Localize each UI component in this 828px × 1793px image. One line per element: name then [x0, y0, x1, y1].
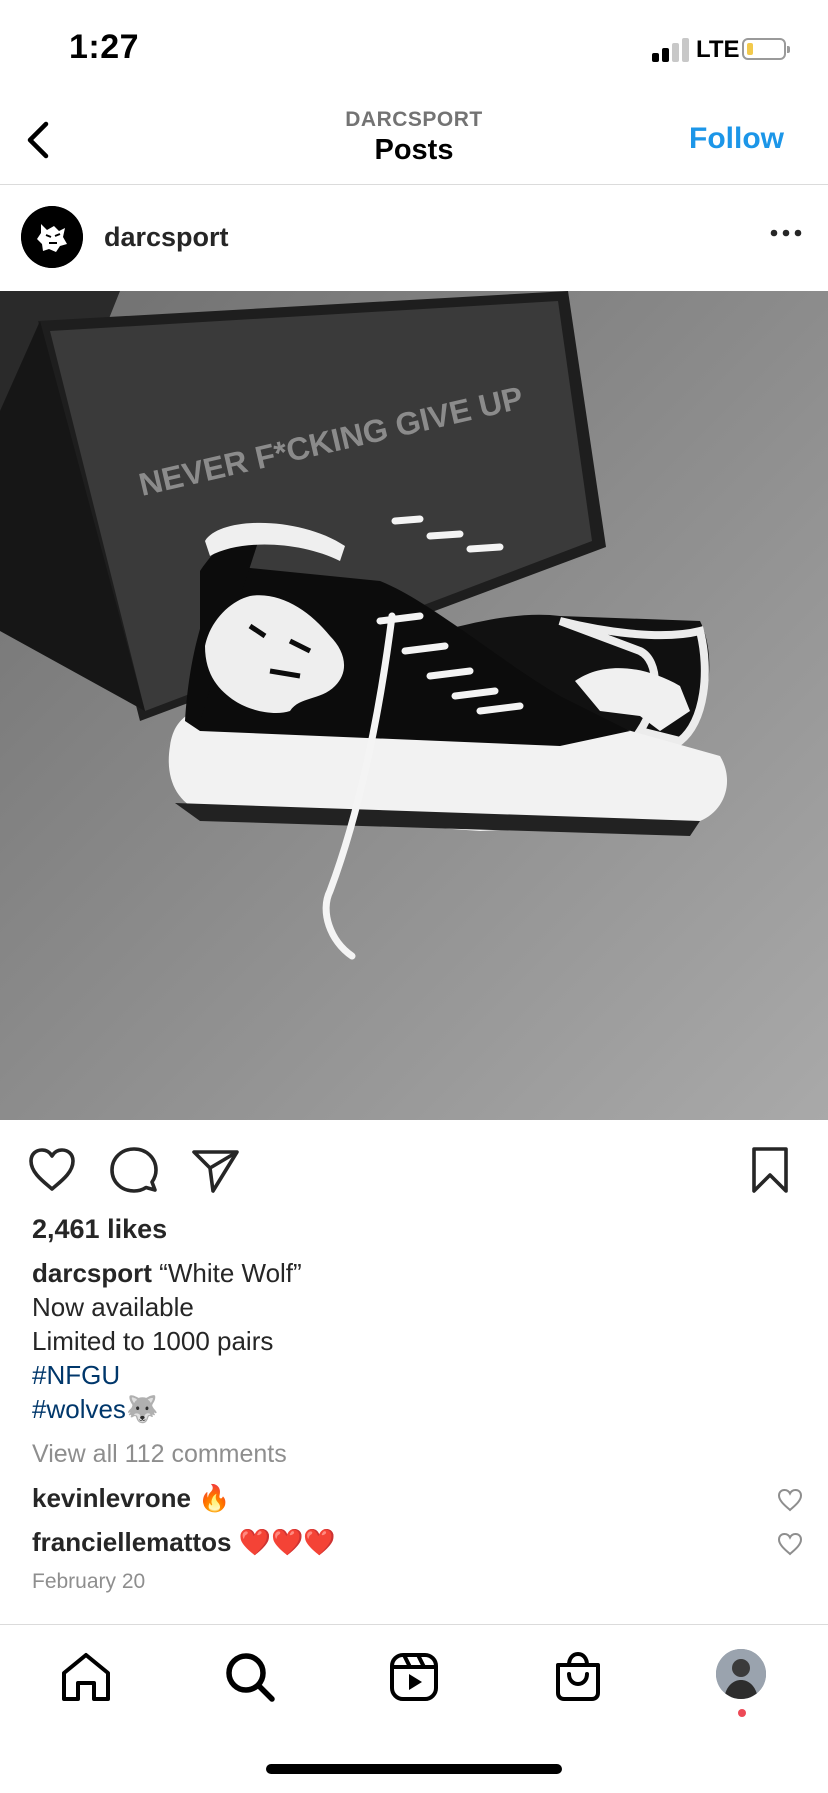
tab-profile[interactable]	[716, 1649, 766, 1699]
profile-avatar	[716, 1649, 766, 1699]
more-dots-icon	[770, 229, 802, 237]
network-label: LTE	[696, 36, 740, 63]
paper-plane-icon	[192, 1150, 239, 1193]
comment-username[interactable]: franciellemattos	[32, 1527, 231, 1557]
share-button[interactable]	[190, 1144, 242, 1196]
nav-header: DARCSPORT Posts Follow	[0, 100, 828, 185]
tab-shop[interactable]	[550, 1649, 606, 1705]
search-icon	[226, 1653, 275, 1702]
tab-home[interactable]	[58, 1649, 114, 1705]
wolf-emoji: 🐺	[125, 1394, 159, 1424]
post-header: darcsport	[0, 185, 828, 291]
reels-icon	[390, 1653, 438, 1701]
heart-icon	[777, 1532, 803, 1556]
caption-line: Limited to 1000 pairs	[32, 1326, 274, 1356]
like-button[interactable]	[26, 1144, 78, 1196]
comment-row: kevinlevrone 🔥	[32, 1483, 792, 1514]
like-count[interactable]: 2,461 likes	[32, 1214, 167, 1245]
caption-username[interactable]: darcsport	[32, 1258, 152, 1288]
status-time: 1:27	[69, 28, 140, 66]
tab-search[interactable]	[222, 1649, 278, 1705]
hashtag-link[interactable]: #wolves	[32, 1392, 126, 1426]
post-username[interactable]: darcsport	[104, 222, 229, 253]
view-all-comments-link[interactable]: View all 112 comments	[32, 1440, 287, 1469]
post-date: February 20	[32, 1570, 146, 1593]
comment-username[interactable]: kevinlevrone	[32, 1483, 191, 1513]
bookmark-icon	[752, 1147, 788, 1193]
action-bar	[0, 1120, 828, 1220]
battery-icon	[742, 38, 790, 60]
post-image[interactable]: NEVER F*CKING GIVE UP	[0, 291, 828, 1120]
caption-line: “White Wolf”	[159, 1258, 302, 1288]
comment-like-button[interactable]	[776, 1530, 804, 1558]
more-options-button[interactable]	[768, 223, 804, 243]
comment-button[interactable]	[108, 1144, 160, 1196]
comment-bubble-icon	[110, 1147, 158, 1193]
comment-row: franciellemattos ❤️❤️❤️	[32, 1527, 792, 1558]
heart-icon	[29, 1148, 75, 1191]
sneaker-photo: NEVER F*CKING GIVE UP	[0, 291, 828, 1120]
post-caption: darcsport “White Wolf” Now available Lim…	[32, 1256, 792, 1426]
tab-reels[interactable]	[386, 1649, 442, 1705]
comment-text: ❤️❤️❤️	[238, 1527, 336, 1557]
signal-icon	[652, 38, 690, 62]
home-icon	[62, 1653, 110, 1701]
avatar[interactable]	[21, 206, 83, 268]
save-button[interactable]	[744, 1144, 796, 1196]
follow-button[interactable]: Follow	[689, 122, 784, 156]
caption-line: Now available	[32, 1292, 194, 1322]
shopping-bag-icon	[556, 1651, 600, 1701]
status-bar: 1:27 LTE	[0, 0, 828, 100]
notification-dot	[738, 1709, 746, 1717]
hashtag-link[interactable]: #NFGU	[32, 1358, 120, 1392]
wolf-logo-icon	[21, 206, 83, 268]
home-indicator	[266, 1764, 562, 1774]
comment-text: 🔥	[198, 1483, 231, 1513]
heart-icon	[777, 1488, 803, 1512]
comment-like-button[interactable]	[776, 1486, 804, 1514]
